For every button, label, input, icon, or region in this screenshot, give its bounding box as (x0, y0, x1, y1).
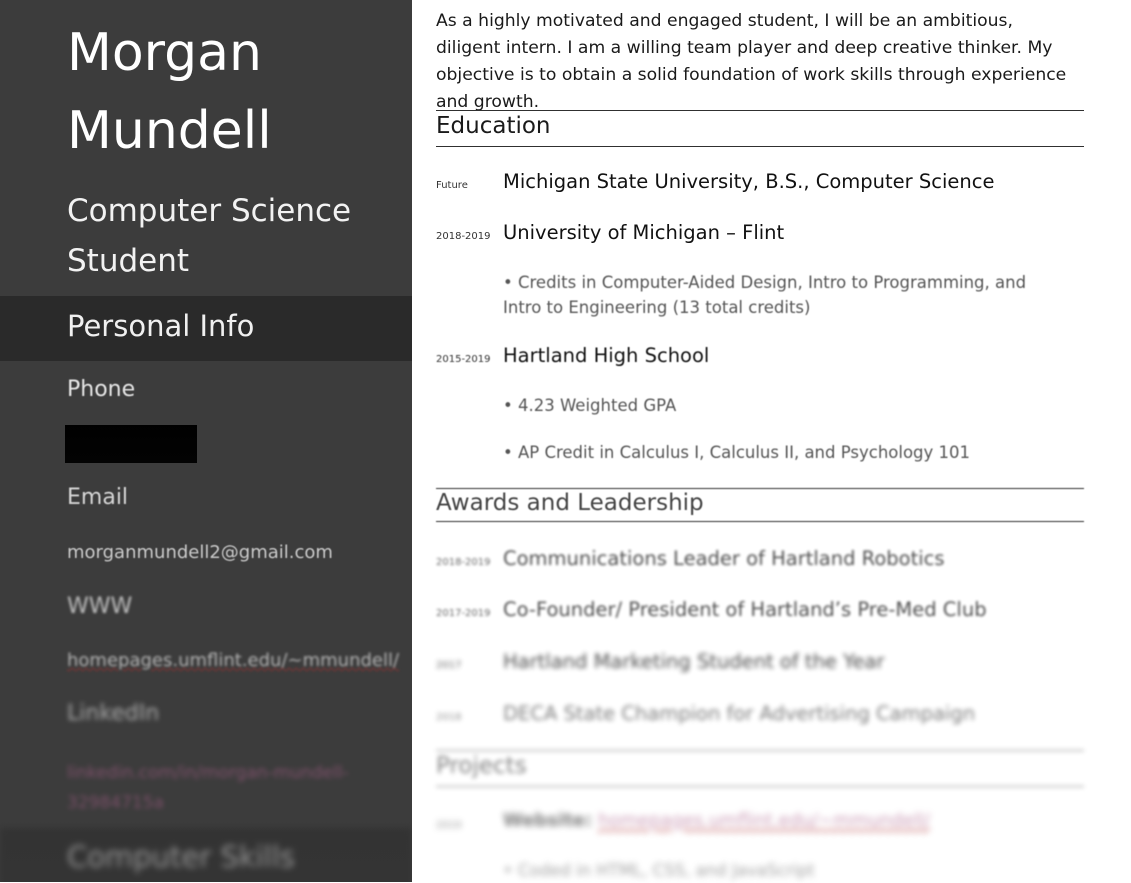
objective-text: As a highly motivated and engaged studen… (436, 11, 1067, 112)
computer-skills-band: Computer Skills (0, 828, 412, 882)
www-value[interactable]: homepages.umflint.edu/~mmundell/ (67, 650, 399, 671)
education-rule-top (436, 110, 1084, 111)
awards-date-2: 2017-2019 (436, 608, 491, 619)
education-date-1: Future (436, 180, 468, 191)
name-first: Morgan (67, 23, 262, 83)
resume-subtitle: Computer Science Student (67, 186, 397, 286)
www-link[interactable]: homepages.umflint.edu/~mmundell/ (67, 650, 399, 671)
education-title-2: University of Michigan – Flint (503, 221, 785, 244)
projects-title-prefix: Website: (503, 810, 593, 831)
personal-info-band: Personal Info (0, 296, 412, 361)
projects-date-1: 2019 (436, 820, 462, 831)
projects-rule-top (436, 750, 1084, 751)
education-title-3: Hartland High School (503, 344, 710, 367)
email-value[interactable]: morganmundell2@gmail.com (67, 542, 333, 563)
resume-name: Morgan Mundell (67, 14, 397, 170)
awards-title-4: DECA State Champion for Advertising Camp… (503, 702, 976, 725)
awards-date-3: 2017 (436, 660, 462, 671)
linkedin-value[interactable]: linkedin.com/in/morgan-mundell- 32984715… (67, 758, 349, 818)
projects-title-1: Website: homepages.umflint.edu/~mmundell… (503, 810, 930, 831)
education-heading: Education (436, 113, 551, 139)
personal-info-heading: Personal Info (67, 309, 255, 343)
phone-label: Phone (67, 377, 136, 402)
linkedin-line1[interactable]: linkedin.com/in/morgan-mundell- (67, 763, 349, 783)
education-title-1: Michigan State University, B.S., Compute… (503, 170, 995, 193)
education-bullet-3-1: • 4.23 Weighted GPA (503, 396, 677, 415)
subtitle-line2: Student (67, 243, 190, 279)
sidebar: Morgan Mundell Computer Science Student … (0, 0, 412, 882)
education-bullet-3-2: • AP Credit in Calculus I, Calculus II, … (503, 443, 971, 462)
projects-rule-bottom (436, 786, 1084, 787)
awards-rule-bottom (436, 521, 1084, 522)
computer-skills-heading: Computer Skills (67, 840, 295, 874)
name-last: Mundell (67, 101, 272, 161)
awards-title-1: Communications Leader of Hartland Roboti… (503, 547, 945, 570)
awards-date-1: 2018-2019 (436, 557, 491, 568)
subtitle-line1: Computer Science (67, 193, 352, 229)
education-date-2: 2018-2019 (436, 231, 491, 242)
awards-date-4: 2018 (436, 712, 462, 723)
email-label: Email (67, 485, 129, 510)
linkedin-label: LinkedIn (67, 701, 160, 726)
education-bullet-2-1: • Credits in Computer-Aided Design, Intr… (503, 273, 1027, 317)
www-label: WWW (67, 594, 133, 619)
education-date-3: 2015-2019 (436, 354, 491, 365)
projects-website-link[interactable]: homepages.umflint.edu/~mmundell/ (598, 810, 930, 831)
education-rule-bottom (436, 146, 1084, 147)
awards-title-3: Hartland Marketing Student of the Year (503, 650, 885, 673)
main-content: As a highly motivated and engaged studen… (436, 0, 1086, 882)
projects-bullet-1-1: • Coded in HTML, CSS, and JavaScript (503, 861, 815, 880)
projects-heading: Projects (436, 753, 527, 779)
phone-redaction (65, 425, 197, 463)
awards-heading: Awards and Leadership (436, 490, 704, 516)
linkedin-line2[interactable]: 32984715a (67, 793, 164, 813)
awards-rule-top (436, 488, 1084, 489)
awards-title-2: Co-Founder/ President of Hartland’s Pre-… (503, 598, 987, 621)
